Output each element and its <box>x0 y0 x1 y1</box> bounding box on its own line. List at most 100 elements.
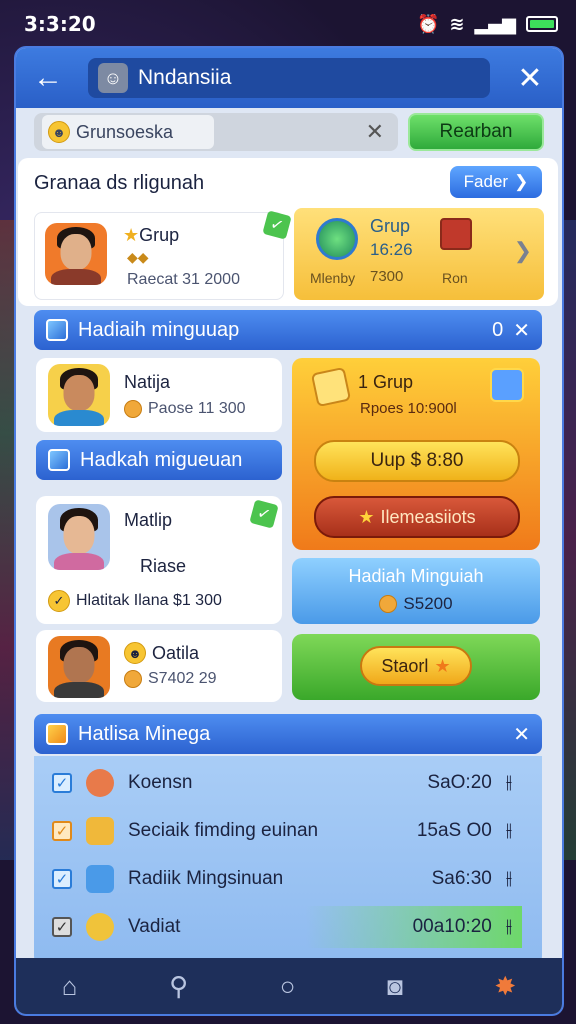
battery-icon <box>526 16 558 32</box>
checkbox[interactable]: ✓ <box>52 773 72 793</box>
status-time: 3:3:20 <box>24 12 96 36</box>
avatar-face <box>63 647 95 684</box>
pin-icon[interactable]: ⫲ <box>506 916 512 938</box>
pin-icon[interactable]: ⫲ <box>506 772 512 794</box>
more-button[interactable]: Fader ❯ <box>450 166 542 198</box>
row-label: Vadiat <box>128 916 181 937</box>
clear-icon[interactable]: ✕ <box>366 119 384 145</box>
search-input[interactable]: ☻ Grunsoeska ✕ <box>34 113 398 151</box>
promo-card[interactable]: Grup 16:26 Mlenby 7300 Ron ❯ <box>294 208 544 300</box>
camera-icon[interactable]: ◙ <box>387 971 403 1002</box>
avatar-icon: ☺ <box>98 63 128 93</box>
row-label: Seciaik fimding euinan <box>128 820 319 841</box>
search-chip[interactable]: ☻ Grunsoeska <box>42 115 214 149</box>
pin-icon[interactable]: ⫲ <box>506 868 512 890</box>
star-icon: ★ <box>358 506 375 527</box>
schedule-panel: ✓ Koensn SaO:20 ⫲ ✓ Seciaik fimding euin… <box>34 756 542 966</box>
list-item[interactable]: Natija Paose 11 300 <box>36 358 282 432</box>
schedule-row[interactable]: ✓ Seciaik fimding euinan 15aS O0 ⫲ <box>42 810 522 852</box>
item-sub: Riase <box>140 556 187 576</box>
weekly-card[interactable]: Hadiah Minguiah S5200 <box>292 558 540 624</box>
star-icon: ★ <box>434 655 451 676</box>
item-footer: Hlatitak Ilana $1 300 <box>76 592 222 609</box>
item-name-row: ☻ Oatila <box>124 642 199 664</box>
avatar <box>86 769 114 797</box>
section2-header: Hadiaih minguuap 0 ✕ <box>34 310 542 350</box>
gift-icon <box>46 723 68 745</box>
wifi-icon: ≋ <box>449 13 465 35</box>
treasure-icon <box>490 368 524 402</box>
coin-icon <box>124 400 142 418</box>
coin-icon <box>379 595 398 613</box>
back-arrow-icon[interactable]: ← <box>28 61 68 95</box>
profile-name: Grup <box>139 225 180 245</box>
box-icon <box>86 817 114 845</box>
list-item[interactable]: ☻ Oatila S7402 29 <box>36 630 282 702</box>
buy-button[interactable]: Uup $ 8:80 <box>314 440 520 482</box>
avatar-shirt <box>54 552 104 570</box>
row-value: Sa6:30 <box>431 868 492 889</box>
checkbox[interactable]: ✓ <box>52 821 72 841</box>
bottom-nav: ⌂ ⚲ ○ ◙ ✸ <box>16 958 562 1014</box>
item-name: Matlip <box>124 510 173 530</box>
promo-value: 7300 <box>370 268 404 285</box>
search-icon[interactable]: ⚲ <box>169 971 188 1002</box>
schedule-row[interactable]: ✓ Koensn SaO:20 ⫲ <box>42 762 522 804</box>
close-icon[interactable]: ✕ <box>513 722 530 747</box>
start-button[interactable]: Staorl ★ <box>360 646 472 686</box>
schedule-row[interactable]: ✓ Vadiat 00a10:20 ⫲ <box>42 906 522 948</box>
close-icon[interactable]: ✕ <box>513 318 530 343</box>
item-sub-row: S7402 29 <box>124 670 217 688</box>
schedule-row[interactable]: ✓ Radiik Mingsinuan Sa6:30 ⫲ <box>42 858 522 900</box>
reward-card: 1 Grup Rpoes 10:900l Uup $ 8:80 ★ Ilemeas… <box>292 358 540 550</box>
item-name: Natija <box>124 372 171 392</box>
home-icon[interactable]: ⌂ <box>62 971 78 1002</box>
avatar <box>48 364 110 426</box>
claim-label: Ilemeasiiots <box>380 506 476 527</box>
title-box[interactable]: ☺ Nndansiia <box>88 58 490 98</box>
section-title: Granaa ds rligunah <box>34 172 205 194</box>
checkbox[interactable]: ✓ <box>52 869 72 889</box>
search-button[interactable]: Rearban <box>408 113 544 151</box>
section2-count: 0 <box>492 318 504 341</box>
profile-icon[interactable]: ✸ <box>494 971 516 1002</box>
promo-label2: Ron <box>442 270 468 286</box>
item-sub-row: Paose 11 300 <box>124 400 246 418</box>
chevron-right-icon[interactable]: ❯ <box>514 238 532 264</box>
signal-icon: ▂▄▆ <box>474 13 516 35</box>
circle-icon[interactable]: ○ <box>280 971 296 1002</box>
start-label: Staorl <box>381 655 429 676</box>
coin-icon <box>86 913 114 941</box>
top-bar: ← ☺ Nndansiia ✕ <box>16 48 562 108</box>
claim-button[interactable]: ★ Ilemeasiiots <box>314 496 520 538</box>
chevron-right-icon: ❯ <box>514 172 529 191</box>
pin-icon[interactable]: ⫲ <box>506 820 512 842</box>
row-value: 15aS O0 <box>416 820 492 841</box>
promo-time: 16:26 <box>370 240 413 259</box>
close-icon[interactable]: ✕ <box>510 61 550 96</box>
window-title: Nndansiia <box>138 66 232 89</box>
smiley-icon: ☻ <box>48 121 70 143</box>
profile-name-row: ★Grup <box>123 225 179 246</box>
section2-title: Hadiaih minguuap <box>78 318 240 341</box>
section3-title: Hatlisa Minega <box>78 722 211 745</box>
promo-title: Grup <box>370 216 411 236</box>
promo-label1: Mlenby <box>310 270 356 286</box>
item-sub: Paose 11 300 <box>148 400 246 417</box>
search-chip-text: Grunsoeska <box>76 121 174 142</box>
item-sub: S7402 29 <box>148 670 217 687</box>
section3-header: Hatlisa Minega ✕ <box>34 714 542 754</box>
profile-card[interactable]: ★Grup ◆◆ Raecat 31 2000 ✓ <box>34 210 292 300</box>
checkbox[interactable]: ✓ <box>52 917 72 937</box>
avatar-face <box>60 234 92 271</box>
weekly-title: Hadiah Minguiah <box>348 566 484 586</box>
list-item[interactable]: Matlip Riase ✓ Hlatitak Ilana $1 300 ✓ <box>36 496 282 624</box>
featured-section: Granaa ds rligunah Fader ❯ ★Grup ◆◆ Raeca… <box>18 158 558 306</box>
avatar <box>48 636 110 698</box>
check-icon: ✓ <box>262 210 292 240</box>
alarm-icon: ⏰ <box>416 13 440 35</box>
avatar-face <box>63 515 95 555</box>
cube-icon <box>46 319 68 341</box>
start-card: Staorl ★ <box>292 634 540 700</box>
avatar-shirt <box>51 268 101 285</box>
